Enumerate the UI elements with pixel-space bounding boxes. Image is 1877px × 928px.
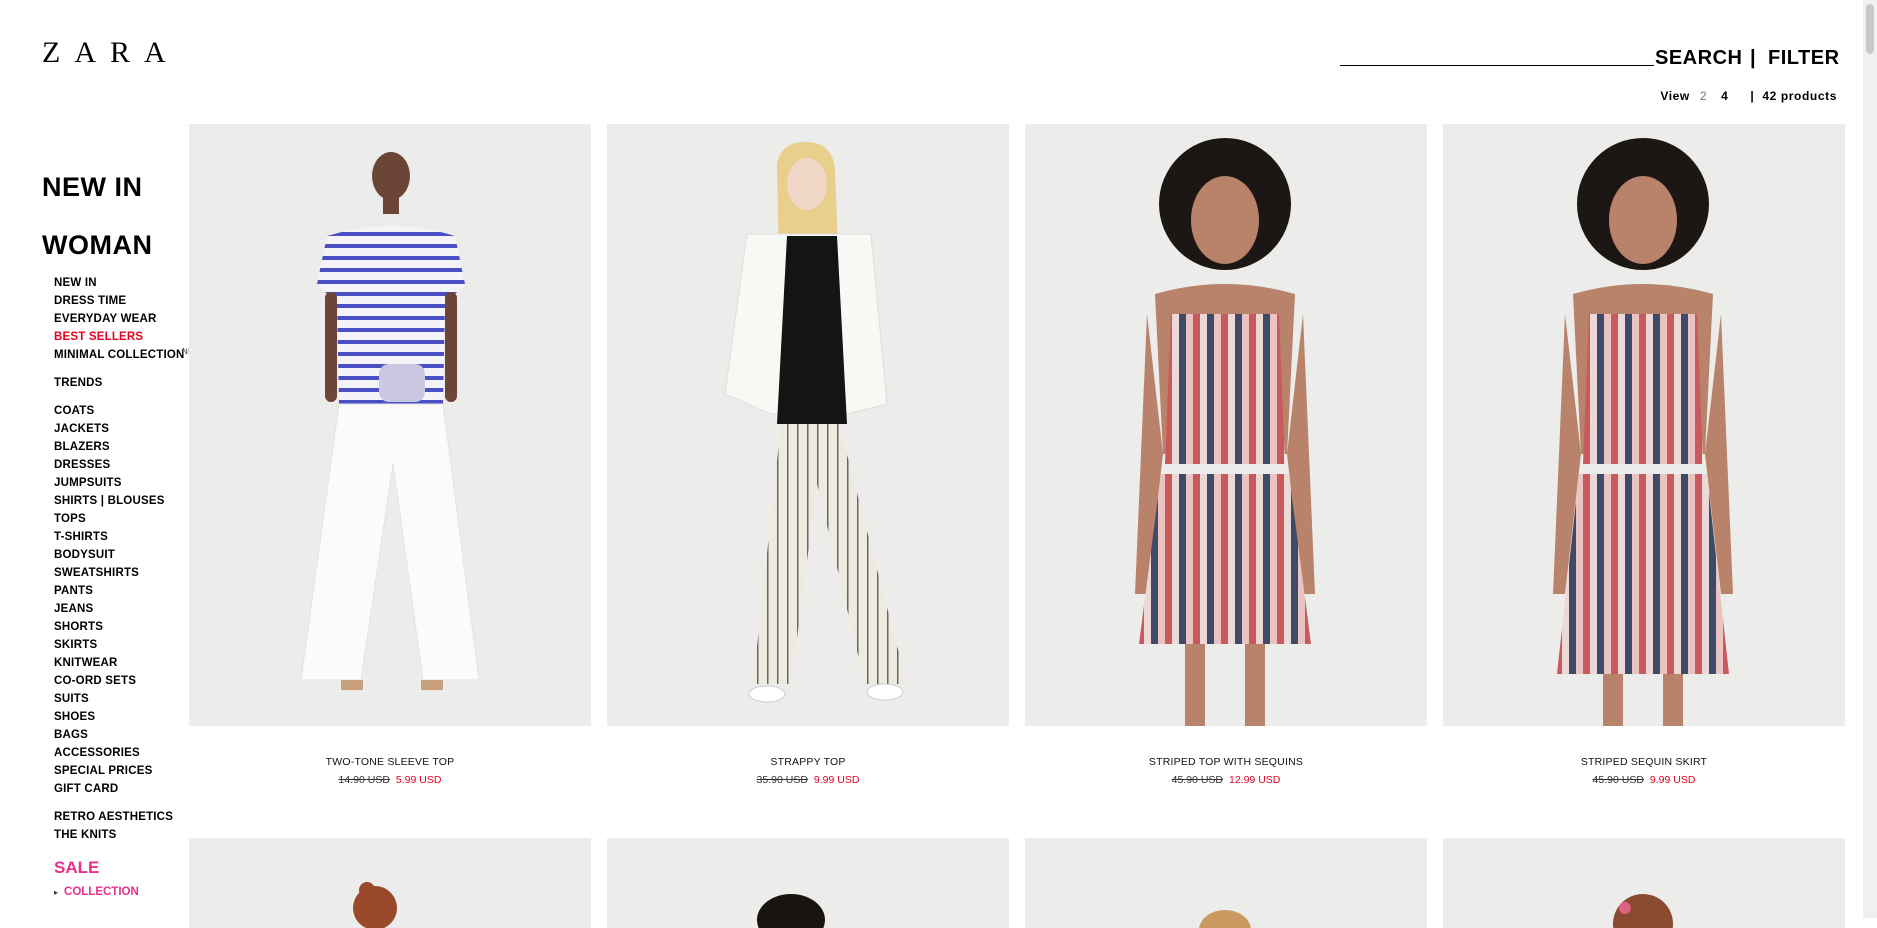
- sidebar: NEW IN WOMAN NEW IN DRESS TIME EVERYDAY …: [42, 170, 202, 898]
- sale-price: 12.99 USD: [1229, 774, 1281, 786]
- sidebar-item-tops[interactable]: TOPS: [54, 510, 202, 528]
- sidebar-item-jumpsuits[interactable]: JUMPSUITS: [54, 474, 202, 492]
- product-card[interactable]: STRAPPY TOP 35.90 USD 9.99 USD: [607, 124, 1009, 786]
- sidebar-item-blazers[interactable]: BLAZERS: [54, 438, 202, 456]
- category-woman[interactable]: WOMAN: [42, 228, 202, 262]
- search-button[interactable]: SEARCH: [1655, 47, 1742, 70]
- old-price: 35.90 USD: [756, 774, 808, 786]
- sidebar-item-suits[interactable]: SUITS: [54, 690, 202, 708]
- model-illustration: [724, 142, 907, 703]
- model-illustration: [757, 894, 825, 928]
- filter-button[interactable]: FILTER: [1768, 47, 1840, 70]
- product-name[interactable]: STRAPPY TOP: [607, 756, 1009, 768]
- product-image[interactable]: [189, 124, 591, 726]
- sidebar-item-bags[interactable]: BAGS: [54, 726, 202, 744]
- view-label: View: [1660, 89, 1690, 103]
- product-card[interactable]: STRIPED TOP WITH SEQUINS 45.90 USD 12.99 …: [1025, 124, 1427, 786]
- sidebar-item-accessories[interactable]: ACCESSORIES: [54, 744, 202, 762]
- product-prices: 45.90 USD 12.99 USD: [1025, 774, 1427, 786]
- product-card[interactable]: [1025, 838, 1427, 928]
- zara-logo[interactable]: ZARA: [42, 38, 190, 68]
- sale-collection-label: COLLECTION: [64, 886, 139, 898]
- category-new-in[interactable]: NEW IN: [42, 170, 202, 204]
- sidebar-item-retro-aesthetics[interactable]: RETRO AESTHETICS: [54, 808, 202, 826]
- model-illustration: [1553, 138, 1733, 726]
- sidebar-item-minimal-collection[interactable]: MINIMAL COLLECTIONNEW: [54, 346, 202, 364]
- product-image[interactable]: [1443, 124, 1845, 726]
- sidebar-item-jeans[interactable]: JEANS: [54, 600, 202, 618]
- sale-price: 9.99 USD: [1649, 774, 1696, 786]
- sidebar-item-shirts-blouses[interactable]: SHIRTS | BLOUSES: [54, 492, 202, 510]
- product-image[interactable]: [1443, 838, 1845, 928]
- header-separator: |: [1750, 47, 1756, 69]
- product-prices: 35.90 USD 9.99 USD: [607, 774, 1009, 786]
- view-bar: View 2 4 | 42 products: [1660, 89, 1837, 103]
- product-image[interactable]: [189, 838, 591, 928]
- sidebar-item-coats[interactable]: COATS: [54, 402, 202, 420]
- old-price: 45.90 USD: [1171, 774, 1223, 786]
- sidebar-item-pants[interactable]: PANTS: [54, 582, 202, 600]
- sidebar-item-best-sellers[interactable]: BEST SELLERS: [54, 328, 202, 346]
- model-illustration: [300, 152, 480, 690]
- product-card[interactable]: [607, 838, 1009, 928]
- product-image[interactable]: [1025, 838, 1427, 928]
- sidebar-item-co-ord-sets[interactable]: CO-ORD SETS: [54, 672, 202, 690]
- sale-collection-link[interactable]: ▸ COLLECTION: [54, 886, 202, 898]
- woman-submenu: NEW IN DRESS TIME EVERYDAY WEAR BEST SEL…: [54, 274, 202, 844]
- sidebar-item-new-in[interactable]: NEW IN: [54, 274, 202, 292]
- model-illustration: [1613, 894, 1673, 928]
- search-input[interactable]: [1340, 65, 1654, 66]
- sidebar-item-knitwear[interactable]: KNITWEAR: [54, 654, 202, 672]
- sidebar-item-everyday-wear[interactable]: EVERYDAY WEAR: [54, 310, 202, 328]
- product-image[interactable]: [607, 124, 1009, 726]
- product-name[interactable]: STRIPED TOP WITH SEQUINS: [1025, 756, 1427, 768]
- logo-text: ZARA: [42, 36, 180, 69]
- model-illustration: [1135, 138, 1315, 726]
- sidebar-item-dress-time[interactable]: DRESS TIME: [54, 292, 202, 310]
- bullet-icon: ▸: [54, 887, 59, 897]
- product-card[interactable]: TWO-TONE SLEEVE TOP 14.90 USD 5.99 USD: [189, 124, 591, 786]
- scrollbar-thumb[interactable]: [1866, 4, 1874, 54]
- sidebar-item-the-knits[interactable]: THE KNITS: [54, 826, 202, 844]
- view-separator: |: [1750, 89, 1755, 103]
- sale-price: 9.99 USD: [813, 774, 860, 786]
- sidebar-item-jackets[interactable]: JACKETS: [54, 420, 202, 438]
- model-illustration: [1199, 910, 1251, 928]
- sidebar-item-sweatshirts[interactable]: SWEATSHIRTS: [54, 564, 202, 582]
- sidebar-item-gift-card[interactable]: GIFT CARD: [54, 780, 202, 798]
- page-scrollbar[interactable]: [1863, 0, 1877, 918]
- product-card[interactable]: [1443, 838, 1845, 928]
- product-prices: 45.90 USD 9.99 USD: [1443, 774, 1845, 786]
- sale-price: 5.99 USD: [395, 774, 442, 786]
- old-price: 45.90 USD: [1592, 774, 1644, 786]
- sidebar-item-bodysuit[interactable]: BODYSUIT: [54, 546, 202, 564]
- category-sale[interactable]: SALE: [54, 858, 202, 878]
- product-count: 42 products: [1762, 89, 1837, 103]
- sidebar-item-t-shirts[interactable]: T-SHIRTS: [54, 528, 202, 546]
- product-name[interactable]: TWO-TONE SLEEVE TOP: [189, 756, 591, 768]
- sidebar-item-trends[interactable]: TRENDS: [54, 374, 202, 392]
- product-image[interactable]: [1025, 124, 1427, 726]
- sidebar-item-skirts[interactable]: SKIRTS: [54, 636, 202, 654]
- model-illustration: [353, 882, 397, 928]
- old-price: 14.90 USD: [338, 774, 390, 786]
- sidebar-item-label: MINIMAL COLLECTION: [54, 349, 185, 361]
- product-name[interactable]: STRIPED SEQUIN SKIRT: [1443, 756, 1845, 768]
- sidebar-item-shoes[interactable]: SHOES: [54, 708, 202, 726]
- sidebar-item-shorts[interactable]: SHORTS: [54, 618, 202, 636]
- view-option-4[interactable]: 4: [1721, 89, 1728, 103]
- product-prices: 14.90 USD 5.99 USD: [189, 774, 591, 786]
- product-image[interactable]: [607, 838, 1009, 928]
- view-option-2[interactable]: 2: [1700, 89, 1707, 103]
- product-card[interactable]: STRIPED SEQUIN SKIRT 45.90 USD 9.99 USD: [1443, 124, 1845, 786]
- sidebar-item-dresses[interactable]: DRESSES: [54, 456, 202, 474]
- sidebar-item-special-prices[interactable]: SPECIAL PRICES: [54, 762, 202, 780]
- product-card[interactable]: [189, 838, 591, 928]
